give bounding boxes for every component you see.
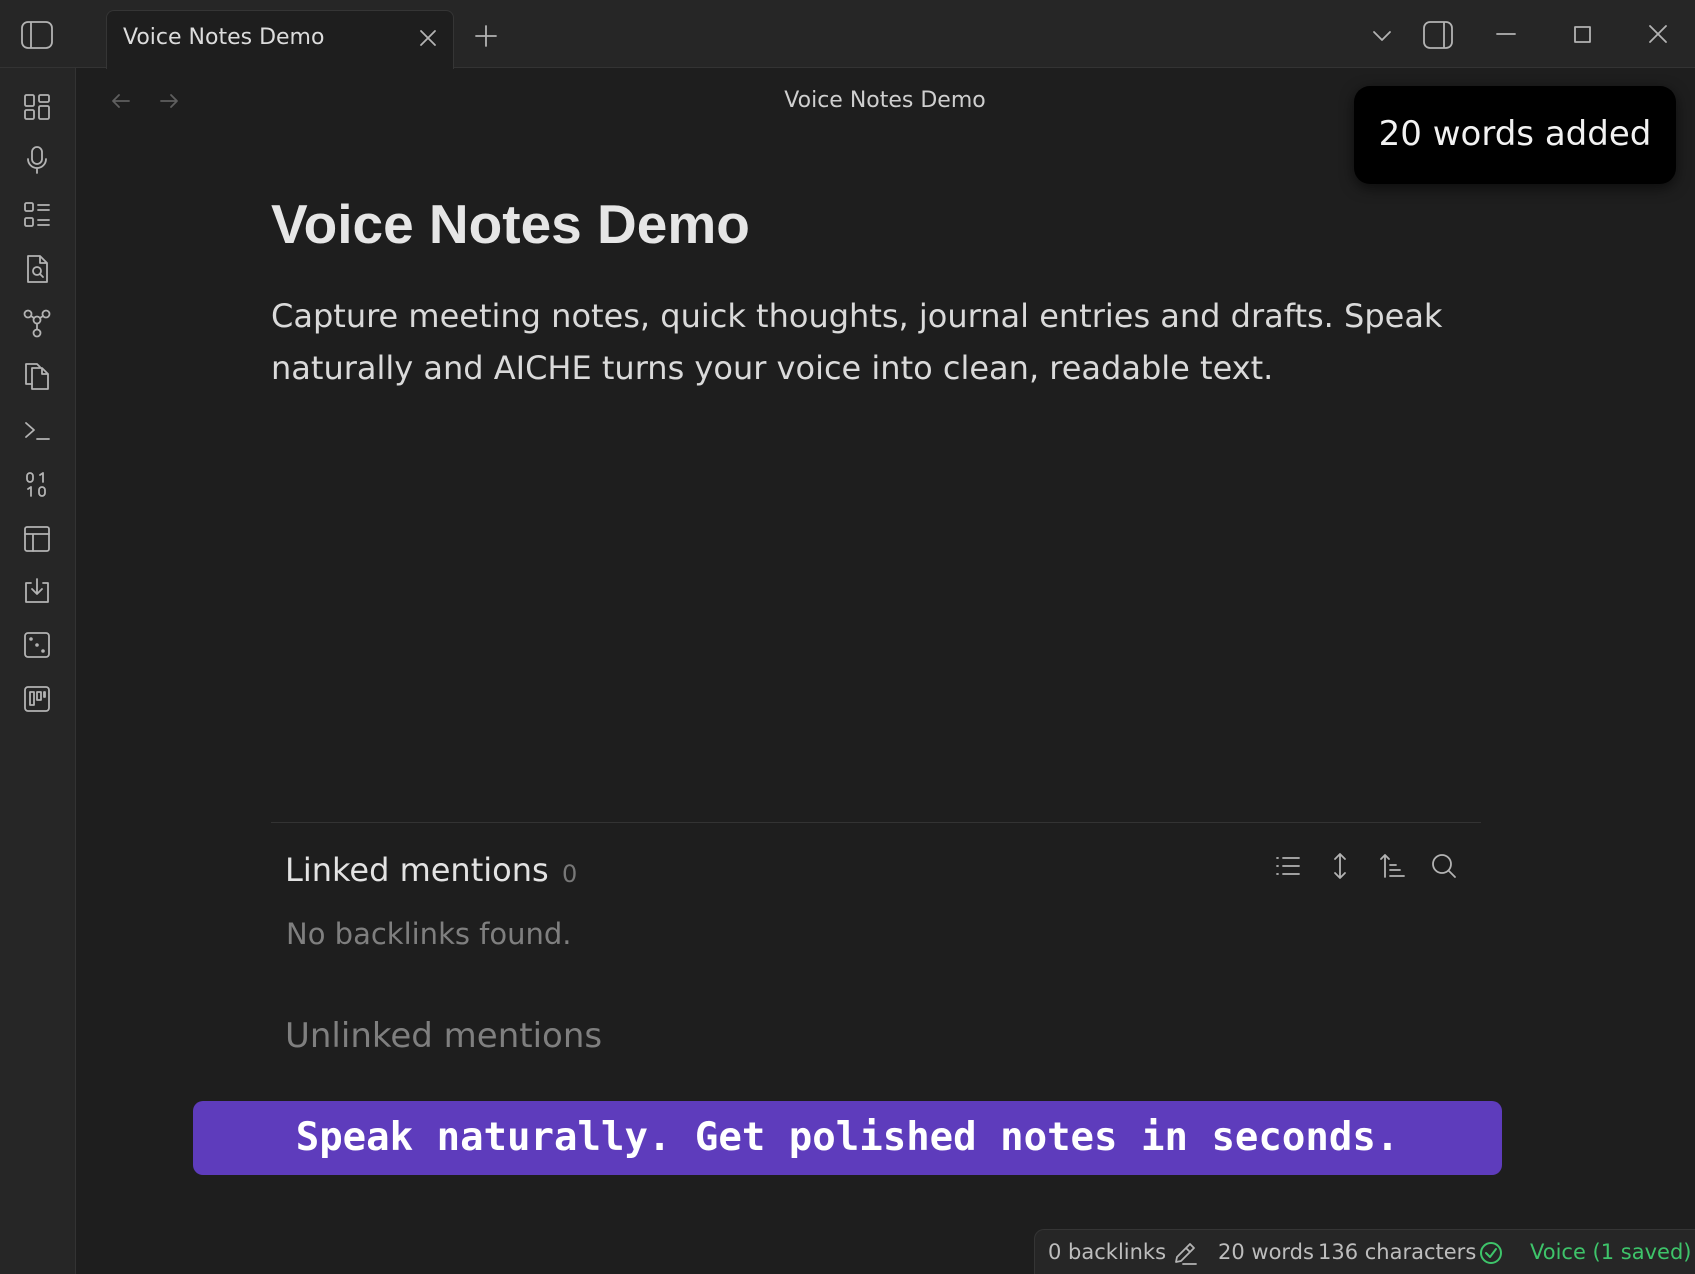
list-icon[interactable] (1272, 850, 1304, 882)
back-arrow-icon[interactable] (106, 86, 136, 116)
grid-icon[interactable] (20, 90, 54, 124)
chevron-down-icon[interactable] (1368, 22, 1396, 50)
toast-text: 20 words added (1378, 114, 1652, 154)
backlinks-count[interactable]: 0 backlinks (1048, 1240, 1166, 1264)
linked-mentions-count: 0 (562, 860, 578, 888)
linked-mentions-heading[interactable]: Linked mentions (285, 851, 549, 889)
status-bar: 0 backlinks 20 words 136 characters Voic… (1034, 1229, 1695, 1274)
minimize-icon[interactable] (1490, 18, 1522, 50)
right-sidebar-toggle-icon[interactable] (1420, 17, 1456, 53)
kanban-icon[interactable] (20, 682, 54, 716)
view-header-title[interactable]: Voice Notes Demo (760, 88, 1010, 113)
pencil-icon[interactable] (1171, 1239, 1199, 1267)
note-title[interactable]: Voice Notes Demo (271, 192, 750, 256)
close-tab-icon[interactable] (415, 25, 441, 51)
note-body[interactable]: Capture meeting notes, quick thoughts, j… (271, 290, 1501, 394)
search-icon[interactable] (1428, 850, 1460, 882)
word-count: 20 words (1218, 1240, 1314, 1264)
download-icon[interactable] (20, 574, 54, 608)
unlinked-mentions-heading[interactable]: Unlinked mentions (285, 1016, 602, 1056)
copy-icon[interactable] (20, 360, 54, 394)
no-backlinks-message: No backlinks found. (286, 917, 572, 951)
promo-banner: Speak naturally. Get polished notes in s… (193, 1101, 1502, 1175)
layout-icon[interactable] (20, 522, 54, 556)
microphone-icon[interactable] (20, 143, 54, 177)
voice-status[interactable]: Voice (1 saved) (1530, 1240, 1691, 1264)
new-tab-icon[interactable] (470, 20, 502, 52)
terminal-icon[interactable] (20, 414, 54, 448)
sort-icon[interactable] (1376, 850, 1408, 882)
character-count: 136 characters (1318, 1240, 1477, 1264)
divider (271, 822, 1481, 823)
binary-icon[interactable] (20, 468, 54, 502)
title-bar: Voice Notes Demo (0, 0, 1695, 69)
maximize-icon[interactable] (1566, 18, 1598, 50)
forward-arrow-icon[interactable] (154, 86, 184, 116)
tab-voice-notes-demo[interactable]: Voice Notes Demo (106, 10, 454, 69)
list-grid-icon[interactable] (20, 198, 54, 232)
expand-vertical-icon[interactable] (1324, 850, 1356, 882)
tab-title: Voice Notes Demo (123, 25, 325, 50)
graph-icon[interactable] (20, 306, 54, 340)
notice-toast[interactable]: 20 words added (1354, 86, 1676, 184)
banner-text: Speak naturally. Get polished notes in s… (295, 1115, 1400, 1160)
close-window-icon[interactable] (1642, 18, 1674, 50)
ribbon (0, 68, 76, 1274)
check-circle-icon (1477, 1239, 1505, 1267)
sidebar-toggle-icon[interactable] (18, 18, 56, 52)
search-file-icon[interactable] (20, 252, 54, 286)
dice-icon[interactable] (20, 628, 54, 662)
